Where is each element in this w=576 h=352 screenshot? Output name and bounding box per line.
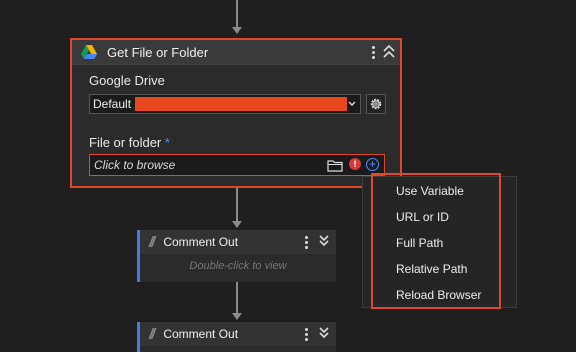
- file-browse-input[interactable]: Click to browse ! +: [89, 154, 385, 176]
- add-circle-icon[interactable]: +: [366, 158, 379, 171]
- chevron-down-icon[interactable]: [348, 99, 356, 109]
- kebab-menu-icon[interactable]: [303, 234, 309, 250]
- file-or-folder-label: File or folder *: [89, 135, 170, 150]
- menu-item-reload-browser[interactable]: Reload Browser: [396, 288, 481, 302]
- comment-slashes-icon: //: [149, 233, 156, 251]
- browse-placeholder: Click to browse: [94, 158, 176, 172]
- menu-item-relative-path[interactable]: Relative Path: [396, 262, 467, 276]
- connector-lower: [236, 280, 238, 314]
- comment-block-title: Comment Out: [163, 235, 239, 249]
- block-header[interactable]: Get File or Folder: [72, 40, 400, 65]
- kebab-menu-icon[interactable]: [368, 43, 378, 61]
- kebab-menu-icon[interactable]: [303, 326, 309, 342]
- get-file-or-folder-block[interactable]: Get File or Folder Google Drive Default …: [70, 38, 402, 188]
- comment-out-block-2[interactable]: // Comment Out: [137, 322, 336, 352]
- comment-slashes-icon: //: [149, 325, 156, 343]
- comment-out-block-1[interactable]: // Comment Out Double-click to view: [137, 230, 336, 282]
- connector-top: [236, 0, 238, 28]
- connector-top-arrow: [232, 27, 242, 34]
- connector-lower-arrow: [232, 313, 242, 320]
- gear-icon: [370, 98, 382, 110]
- menu-item-use-variable[interactable]: Use Variable: [396, 184, 464, 198]
- expand-chevron-icon[interactable]: [318, 326, 330, 340]
- account-select-value: Default: [93, 97, 132, 111]
- block-title: Get File or Folder: [107, 44, 209, 60]
- comment-block-header[interactable]: // Comment Out: [140, 322, 336, 346]
- error-icon: !: [349, 158, 361, 170]
- connector-middle: [236, 188, 238, 222]
- collapse-icon[interactable]: [382, 43, 396, 61]
- expand-chevron-icon[interactable]: [318, 234, 330, 248]
- menu-item-url-or-id[interactable]: URL or ID: [396, 210, 449, 224]
- account-select[interactable]: Default: [89, 94, 361, 114]
- folder-icon[interactable]: [327, 158, 343, 172]
- comment-block-title: Comment Out: [163, 327, 239, 341]
- menu-item-full-path[interactable]: Full Path: [396, 236, 443, 250]
- file-or-folder-label-text: File or folder: [89, 135, 162, 150]
- google-drive-icon: [81, 45, 97, 59]
- comment-block-hint: Double-click to view: [189, 260, 287, 272]
- redacted-account: [135, 97, 348, 111]
- comment-block-header[interactable]: // Comment Out: [140, 230, 336, 254]
- required-marker: *: [164, 135, 170, 150]
- service-label: Google Drive: [89, 73, 165, 88]
- settings-button[interactable]: [366, 94, 386, 114]
- connector-middle-arrow: [232, 221, 242, 228]
